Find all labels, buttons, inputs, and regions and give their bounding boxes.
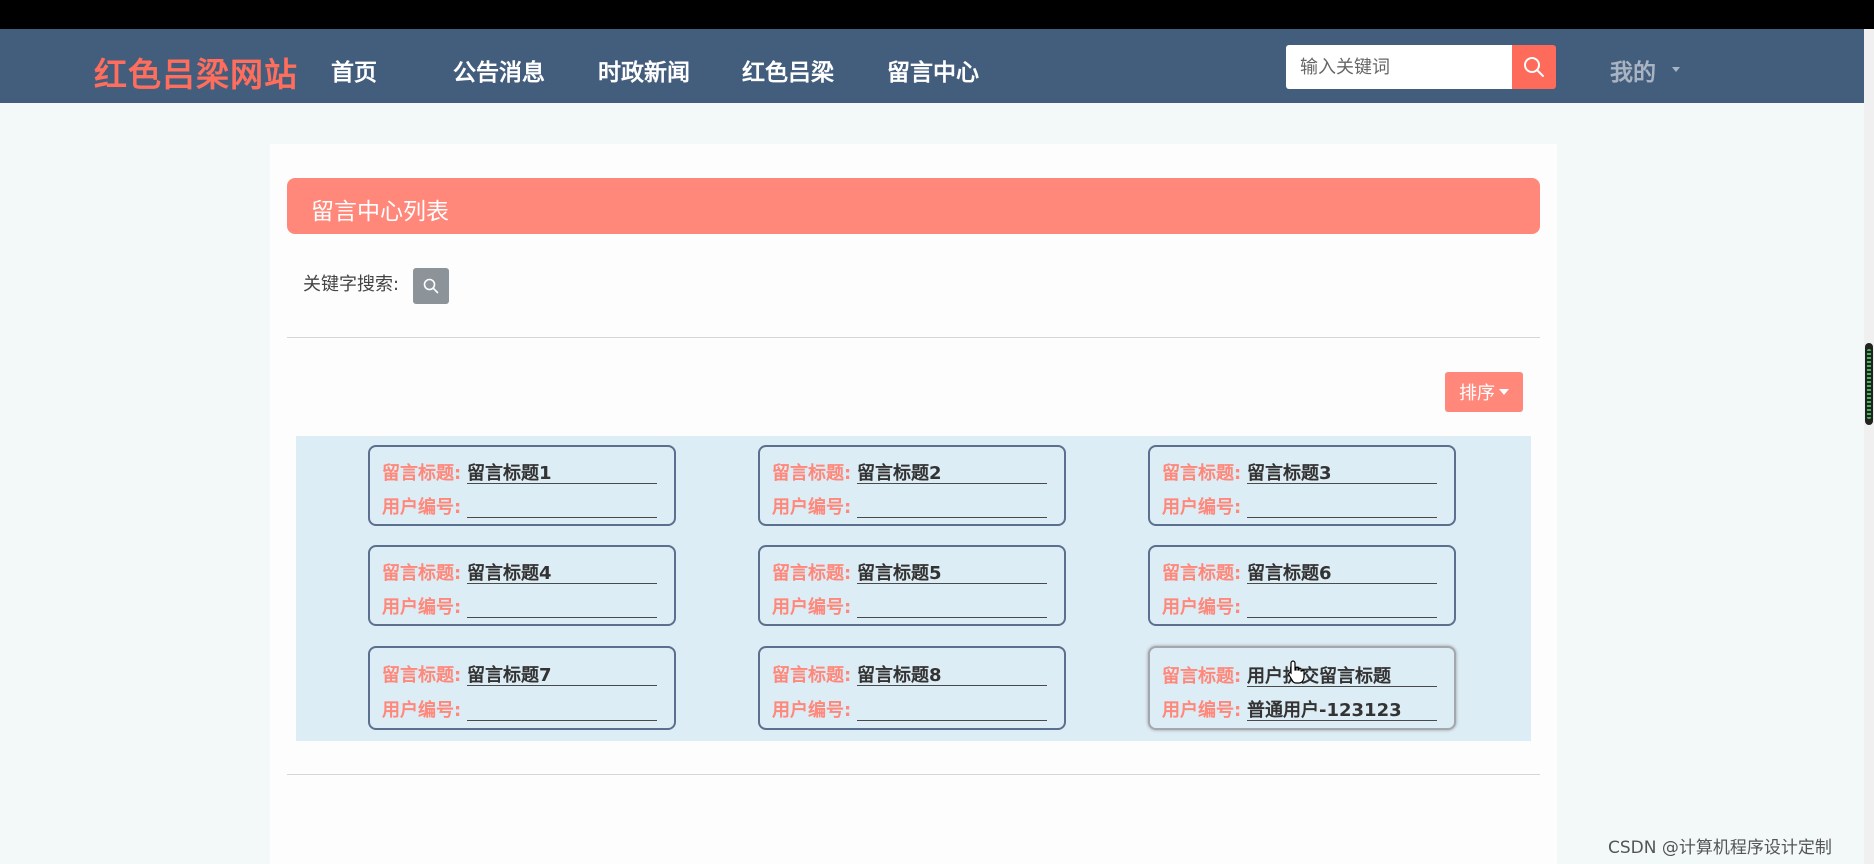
top-navigation: 红色吕梁网站 首页 公告消息 时政新闻 红色吕梁 留言中心 我的 xyxy=(0,29,1864,103)
field-label: 用户编号: xyxy=(772,700,852,721)
page-title: 留言中心列表 xyxy=(311,199,449,225)
message-title: 留言标题4 xyxy=(467,559,657,584)
nav-item-red-lvliang[interactable]: 红色吕梁 xyxy=(742,53,834,87)
message-title: 留言标题6 xyxy=(1247,559,1437,584)
field-label: 用户编号: xyxy=(1162,497,1242,518)
site-logo[interactable]: 红色吕梁网站 xyxy=(94,48,298,96)
sort-button-label: 排序 xyxy=(1459,383,1495,404)
message-title: 留言标题2 xyxy=(857,459,1047,484)
search-button[interactable] xyxy=(1512,45,1556,89)
field-label: 留言标题: xyxy=(1162,563,1242,584)
keyword-search-label: 关键字搜索: xyxy=(303,274,400,295)
message-title: 留言标题7 xyxy=(467,661,657,686)
search-icon xyxy=(423,278,439,294)
nav-item-news[interactable]: 时政新闻 xyxy=(598,53,690,87)
nav-item-message-center[interactable]: 留言中心 xyxy=(887,53,979,87)
field-label: 用户编号: xyxy=(382,700,462,721)
list-header: 留言中心列表 xyxy=(287,178,1540,234)
user-id xyxy=(1247,493,1437,518)
message-card[interactable]: 留言标题: 留言标题3 用户编号: xyxy=(1148,445,1456,526)
user-id: 普通用户-123123 xyxy=(1247,696,1437,721)
main-content: 留言中心列表 关键字搜索: 排序 留言标题: 留言标题1 用户编号: 留言标题: 留… xyxy=(270,144,1557,864)
my-menu[interactable]: 我的 xyxy=(1610,53,1656,87)
caret-down-icon xyxy=(1672,67,1680,72)
field-label: 留言标题: xyxy=(382,563,462,584)
field-label: 留言标题: xyxy=(382,665,462,686)
field-label: 用户编号: xyxy=(1162,700,1242,721)
field-label: 用户编号: xyxy=(1162,597,1242,618)
message-title: 留言标题5 xyxy=(857,559,1047,584)
message-card[interactable]: 留言标题: 留言标题7 用户编号: xyxy=(368,646,676,730)
user-id xyxy=(857,696,1047,721)
user-id xyxy=(857,493,1047,518)
field-label: 留言标题: xyxy=(772,665,852,686)
watermark: CSDN @计算机程序设计定制 xyxy=(1608,838,1832,858)
sort-button[interactable]: 排序 xyxy=(1445,372,1523,412)
keyword-search-button[interactable] xyxy=(413,268,449,304)
message-card[interactable]: 留言标题: 留言标题2 用户编号: xyxy=(758,445,1066,526)
user-id xyxy=(467,593,657,618)
search-input[interactable] xyxy=(1286,45,1512,89)
message-card[interactable]: 留言标题: 留言标题8 用户编号: xyxy=(758,646,1066,730)
search-icon xyxy=(1524,57,1544,77)
message-card[interactable]: 留言标题: 留言标题1 用户编号: xyxy=(368,445,676,526)
field-label: 用户编号: xyxy=(772,497,852,518)
message-title: 用户提交留言标题 xyxy=(1247,662,1437,687)
field-label: 用户编号: xyxy=(772,597,852,618)
field-label: 留言标题: xyxy=(772,463,852,484)
message-card[interactable]: 留言标题: 留言标题4 用户编号: xyxy=(368,545,676,626)
message-grid: 留言标题: 留言标题1 用户编号: 留言标题: 留言标题2 用户编号: 留言标题: 留… xyxy=(296,436,1531,741)
user-id xyxy=(1247,593,1437,618)
message-card[interactable]: 留言标题: 留言标题6 用户编号: xyxy=(1148,545,1456,626)
field-label: 留言标题: xyxy=(382,463,462,484)
divider xyxy=(287,337,1540,338)
user-id xyxy=(857,593,1047,618)
message-card[interactable]: 留言标题: 留言标题5 用户编号: xyxy=(758,545,1066,626)
nav-item-home[interactable]: 首页 xyxy=(331,53,377,87)
message-title: 留言标题3 xyxy=(1247,459,1437,484)
field-label: 留言标题: xyxy=(1162,666,1242,687)
user-id xyxy=(467,493,657,518)
field-label: 留言标题: xyxy=(772,563,852,584)
field-label: 用户编号: xyxy=(382,597,462,618)
nav-item-announcements[interactable]: 公告消息 xyxy=(453,53,545,87)
hand-pointer-icon xyxy=(1288,660,1305,684)
page-scrollbar[interactable] xyxy=(1864,29,1874,864)
divider xyxy=(287,774,1540,775)
scrollbar-thumb[interactable] xyxy=(1865,343,1873,425)
field-label: 留言标题: xyxy=(1162,463,1242,484)
message-title: 留言标题1 xyxy=(467,459,657,484)
message-card-hovered[interactable]: 留言标题: 用户提交留言标题 用户编号: 普通用户-123123 xyxy=(1148,646,1456,730)
field-label: 用户编号: xyxy=(382,497,462,518)
window-top-bar xyxy=(0,0,1874,29)
scrollbar-grip xyxy=(1867,349,1871,419)
user-id xyxy=(467,696,657,721)
caret-down-icon xyxy=(1499,389,1509,395)
message-title: 留言标题8 xyxy=(857,661,1047,686)
